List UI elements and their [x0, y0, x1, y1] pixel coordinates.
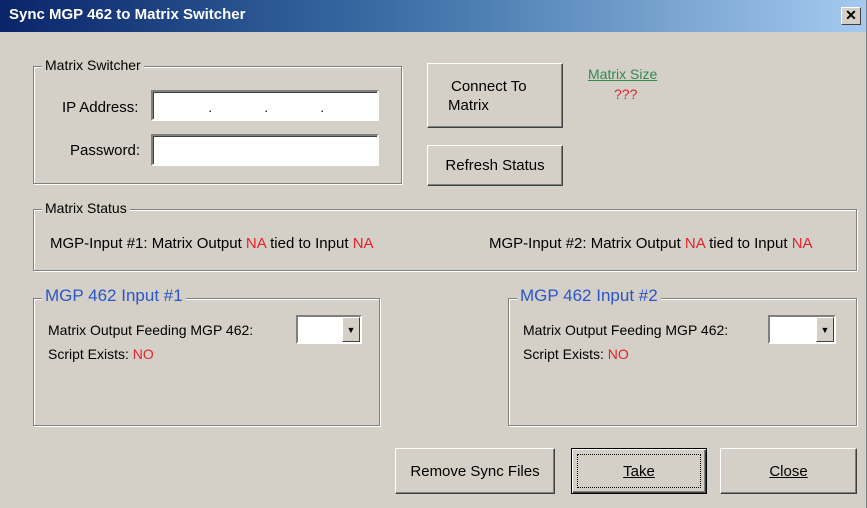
ip-address-field[interactable]: · · · [151, 90, 379, 121]
ip-octet-separator: · [208, 103, 212, 118]
input1-status-prefix: MGP-Input #1: Matrix Output [50, 235, 242, 252]
input1-matrix-output-select[interactable]: ▼ [296, 315, 362, 344]
connect-button-line1: Connect To [448, 77, 527, 96]
input2-status-input: NA [792, 235, 813, 252]
close-icon[interactable]: ✕ [841, 7, 861, 25]
ip-octet-separator: · [320, 103, 324, 118]
connect-to-matrix-button[interactable]: Connect To Matrix [427, 63, 563, 128]
title-bar[interactable]: Sync MGP 462 to Matrix Switcher ✕ [0, 0, 867, 32]
matrix-size-value: ??? [614, 86, 637, 102]
chevron-down-icon[interactable]: ▼ [342, 317, 360, 342]
input1-status-line: MGP-Input #1: Matrix Output NA tied to I… [50, 235, 374, 252]
close-button[interactable]: Close [720, 448, 857, 494]
input1-status-mid: tied to Input [270, 235, 348, 252]
close-label: Close [769, 463, 807, 480]
matrix-switcher-legend: Matrix Switcher [42, 57, 144, 73]
input1-script-value: NO [133, 346, 154, 362]
dialog-window: Sync MGP 462 to Matrix Switcher ✕ Matrix… [0, 0, 867, 508]
input2-feeding-label: Matrix Output Feeding MGP 462: [523, 322, 728, 338]
take-button[interactable]: Take [571, 448, 707, 494]
connect-button-line2: Matrix [448, 96, 489, 115]
input2-status-output: NA [685, 235, 705, 252]
password-label: Password: [70, 142, 140, 159]
input1-feeding-label: Matrix Output Feeding MGP 462: [48, 322, 253, 338]
input2-status-line: MGP-Input #2: Matrix Output NA tied to I… [489, 235, 813, 252]
input1-status-input: NA [353, 235, 374, 252]
matrix-size-link[interactable]: Matrix Size [588, 66, 657, 82]
input1-script-label: Script Exists: [48, 346, 129, 362]
chevron-down-icon[interactable]: ▼ [816, 317, 834, 342]
refresh-status-button[interactable]: Refresh Status [427, 145, 563, 186]
take-label: Take [623, 463, 655, 480]
mgp-input1-legend: MGP 462 Input #1 [42, 286, 186, 306]
input2-matrix-output-select[interactable]: ▼ [768, 315, 836, 344]
matrix-status-legend: Matrix Status [42, 200, 130, 216]
refresh-status-label: Refresh Status [445, 157, 544, 174]
remove-sync-files-button[interactable]: Remove Sync Files [395, 448, 555, 494]
remove-sync-files-label: Remove Sync Files [410, 463, 539, 480]
input1-status-output: NA [246, 235, 266, 252]
input1-script-line: Script Exists: NO [48, 346, 154, 362]
matrix-switcher-group: Matrix Switcher [33, 66, 402, 184]
input2-script-label: Script Exists: [523, 346, 604, 362]
ip-address-label: IP Address: [62, 99, 138, 116]
input2-script-value: NO [608, 346, 629, 362]
password-field[interactable] [151, 134, 379, 166]
mgp-input2-legend: MGP 462 Input #2 [517, 286, 661, 306]
input2-status-prefix: MGP-Input #2: Matrix Output [489, 235, 681, 252]
input2-script-line: Script Exists: NO [523, 346, 629, 362]
input2-status-mid: tied to Input [709, 235, 787, 252]
ip-octet-separator: · [264, 103, 268, 118]
window-title: Sync MGP 462 to Matrix Switcher [9, 6, 245, 23]
